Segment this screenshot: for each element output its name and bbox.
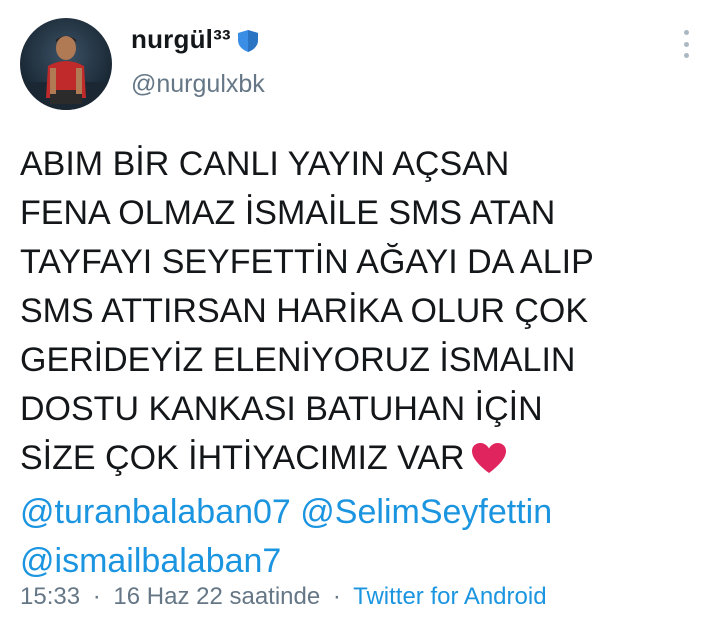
shield-badge-icon — [237, 29, 259, 53]
tweet-meta: 15:33 · 16 Haz 22 saatinde · Twitter for… — [20, 583, 547, 611]
tweet-card: nurgül³³ @nurgulxbk ABIM BİR CANLI YAYIN… — [0, 0, 720, 638]
tweet-line: SMS ATTIRSAN HARİKA OLUR ÇOK — [20, 292, 589, 330]
tweet-line: DOSTU KANKASI BATUHAN İÇİN — [20, 390, 543, 428]
menu-dot — [683, 30, 689, 35]
author-name-row[interactable]: nurgül³³ — [131, 24, 259, 55]
tweet-line: ABIM BİR CANLI YAYIN AÇSAN — [20, 145, 510, 183]
mentions-line: @turanbalaban07 @SelimSeyfettin — [20, 488, 710, 537]
tweet-source-link[interactable]: Twitter for Android — [353, 583, 546, 610]
mention-link[interactable]: @ismailbalaban7 — [20, 542, 281, 580]
meta-separator: · — [332, 583, 341, 610]
tweet-line-with-emoji: SİZE ÇOK İHTİYACIMIZ VAR — [20, 434, 710, 488]
menu-dot — [683, 53, 689, 58]
avatar-photo-icon — [20, 18, 112, 110]
mention-link[interactable]: @SelimSeyfettin — [300, 493, 552, 531]
menu-dot — [683, 41, 689, 47]
tweet-line: SİZE ÇOK İHTİYACIMIZ VAR — [20, 439, 465, 477]
meta-separator: · — [92, 583, 101, 610]
author-handle[interactable]: @nurgulxbk — [131, 70, 265, 99]
more-options-icon[interactable] — [676, 30, 696, 58]
red-heart-icon — [471, 439, 507, 488]
mention-link[interactable]: @turanbalaban07 — [20, 493, 291, 531]
mentions-line: @ismailbalaban7 — [20, 537, 710, 586]
avatar[interactable] — [20, 18, 112, 110]
tweet-line: TAYFAYI SEYFETTİN AĞAYI DA ALIP — [20, 243, 594, 281]
tweet-time[interactable]: 15:33 — [20, 583, 80, 610]
tweet-body: ABIM BİR CANLI YAYIN AÇSAN FENA OLMAZ İS… — [20, 140, 710, 586]
tweet-date[interactable]: 16 Haz 22 saatinde — [113, 583, 320, 610]
display-name[interactable]: nurgül³³ — [131, 24, 231, 55]
tweet-line: GERİDEYİZ ELENİYORUZ İSMALIN — [20, 341, 576, 379]
tweet-line: FENA OLMAZ İSMAİLE SMS ATAN — [20, 194, 556, 232]
